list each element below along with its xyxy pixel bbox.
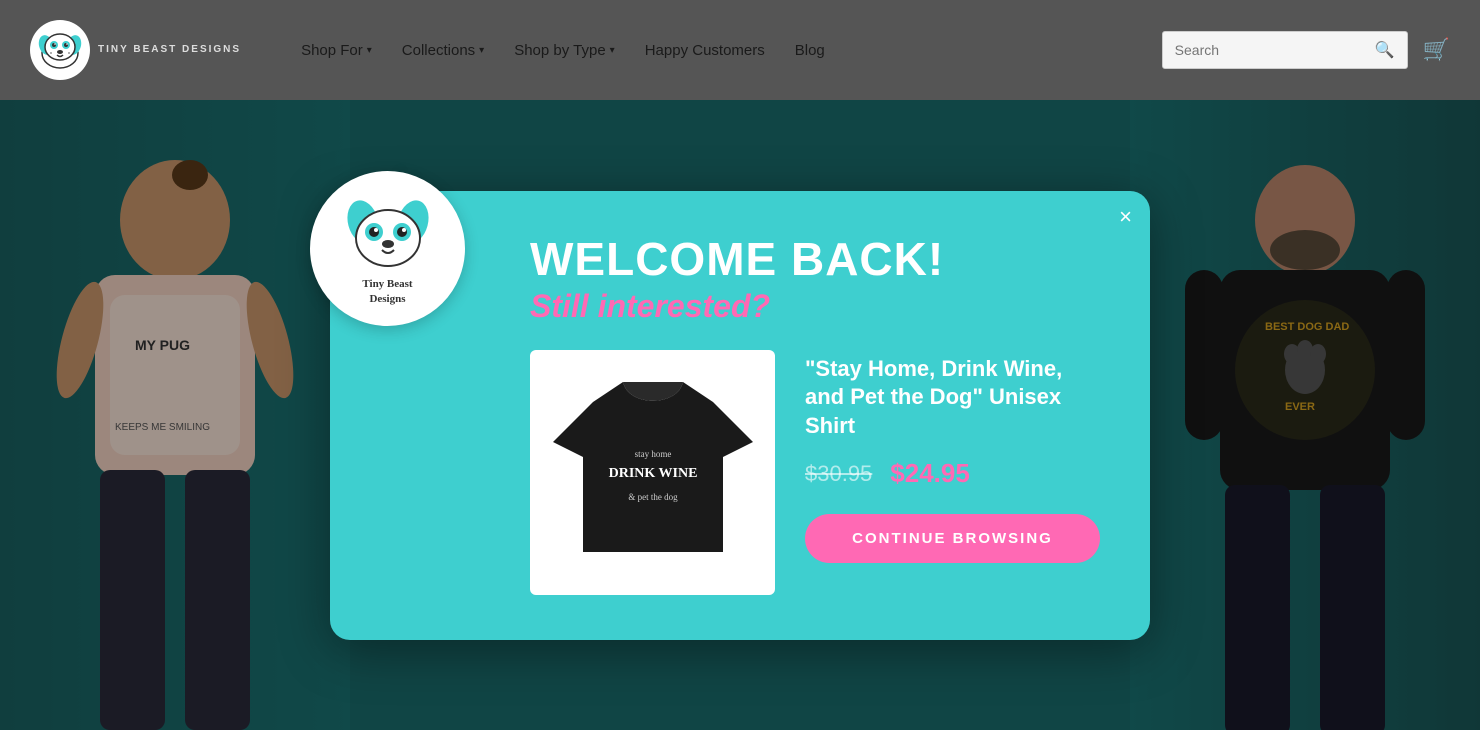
product-info: "Stay Home, Drink Wine, and Pet the Dog"… <box>805 350 1100 564</box>
logo-area[interactable]: Tiny Beast Designs <box>30 20 241 80</box>
header: Tiny Beast Designs Shop For ▾ Collection… <box>0 0 1480 100</box>
cart-button[interactable]: 🛒 <box>1423 37 1450 63</box>
nav-happy-customers[interactable]: Happy Customers <box>645 42 765 59</box>
logo-circle <box>30 20 90 80</box>
continue-browsing-button[interactable]: CONTINUE BROWSING <box>805 514 1100 563</box>
price-area: $30.95 $24.95 <box>805 458 1100 489</box>
nav-shop-by-type[interactable]: Shop by Type ▾ <box>514 42 615 59</box>
svg-text:DRINK WINE: DRINK WINE <box>608 466 697 481</box>
product-area: stay home DRINK WINE & pet the dog "Stay… <box>530 350 1100 595</box>
product-image-box: stay home DRINK WINE & pet the dog <box>530 350 775 595</box>
logo-text-area: Tiny Beast Designs <box>98 43 241 57</box>
svg-text:& pet the dog: & pet the dog <box>628 492 678 502</box>
nav-shop-for[interactable]: Shop For ▾ <box>301 42 372 59</box>
product-name: "Stay Home, Drink Wine, and Pet the Dog"… <box>805 355 1100 441</box>
hero: MY PUG KEEPS ME SMILING BEST DOG DAD EVE… <box>0 100 1480 730</box>
modal: Tiny BeastDesigns × WELCOME BACK! Still … <box>330 191 1150 640</box>
main-nav: Shop For ▾ Collections ▾ Shop by Type ▾ … <box>301 42 1162 59</box>
search-input[interactable] <box>1163 34 1363 66</box>
product-image: stay home DRINK WINE & pet the dog <box>553 362 753 582</box>
modal-title: WELCOME BACK! <box>530 236 1100 282</box>
sale-price: $24.95 <box>890 458 970 489</box>
nav-collections[interactable]: Collections ▾ <box>402 42 484 59</box>
modal-subtitle: Still interested? <box>530 288 1100 325</box>
search-area: 🔍 <box>1162 31 1408 69</box>
chevron-down-icon: ▾ <box>610 45 615 56</box>
brand-name: Tiny Beast Designs <box>98 43 241 57</box>
modal-overlay: Tiny BeastDesigns × WELCOME BACK! Still … <box>0 100 1480 730</box>
close-button[interactable]: × <box>1119 206 1132 228</box>
original-price: $30.95 <box>805 461 872 487</box>
modal-logo: Tiny BeastDesigns <box>310 171 465 326</box>
nav-blog[interactable]: Blog <box>795 42 825 59</box>
svg-text:stay home: stay home <box>634 449 671 459</box>
chevron-down-icon: ▾ <box>367 45 372 56</box>
search-button[interactable]: 🔍 <box>1363 32 1407 68</box>
modal-logo-brand-text: Tiny BeastDesigns <box>362 277 412 306</box>
chevron-down-icon: ▾ <box>479 45 484 56</box>
modal-content: WELCOME BACK! Still interested? stay hom… <box>530 236 1100 595</box>
